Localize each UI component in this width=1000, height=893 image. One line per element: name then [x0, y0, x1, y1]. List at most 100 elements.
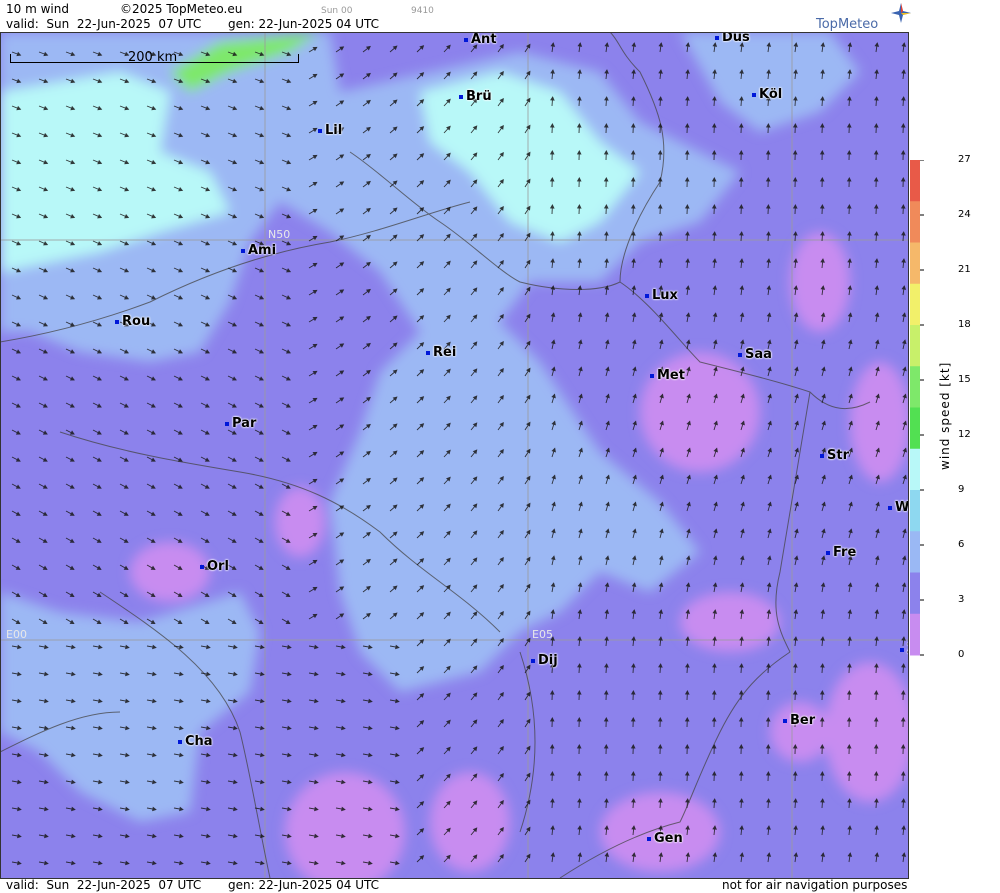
wind-arrow-head	[684, 744, 690, 749]
wind-arrow-head	[900, 150, 906, 155]
wind-arrow-head	[577, 663, 582, 668]
city-marker[interactable]: Ami	[241, 243, 276, 258]
city-marker[interactable]: Düs	[715, 32, 750, 45]
wind-arrow-head	[312, 424, 318, 430]
wind-arrow-head	[123, 376, 129, 381]
wind-arrow-head	[204, 511, 210, 516]
wind-arrow-head	[738, 204, 744, 209]
wind-map[interactable]: N50 E00 E05 200 km Ant Düs Brü Köl Lil A…	[0, 32, 908, 878]
city-marker[interactable]: Ber	[783, 713, 815, 728]
wind-arrow-head	[685, 663, 690, 668]
wind-arrow-head	[767, 474, 772, 480]
wind-arrow-head	[551, 366, 556, 372]
city-marker[interactable]: Lux	[645, 288, 678, 303]
wind-arrow-head	[98, 833, 103, 839]
city-marker[interactable]: Lil	[318, 123, 342, 138]
wind-arrow-head	[793, 852, 799, 857]
wind-arrow-head	[902, 528, 907, 534]
city-marker[interactable]: Saa	[738, 347, 772, 362]
city-marker[interactable]: Orl	[200, 559, 229, 574]
city-dot-icon	[650, 373, 654, 378]
city-marker[interactable]: Gen	[647, 831, 683, 846]
wind-arrow-head	[233, 752, 238, 758]
wind-arrow-head	[526, 799, 531, 805]
wind-arrow-head	[339, 424, 345, 429]
wind-arrow-head	[232, 322, 238, 327]
valid-time: valid: Sun 22-Jun-2025 07 UTC	[6, 17, 202, 31]
wind-arrow-head	[179, 833, 184, 839]
wind-arrow-head	[631, 69, 636, 74]
wind-arrow-head	[206, 860, 211, 866]
city-dot-icon	[241, 248, 245, 253]
wind-arrow-head	[260, 725, 265, 731]
city-marker[interactable]: Brü	[459, 89, 492, 104]
city-marker[interactable]: Fre	[826, 545, 856, 560]
city-marker[interactable]: Par	[225, 416, 256, 431]
wind-arrow-head	[17, 833, 22, 839]
wind-arrow-head	[287, 698, 292, 704]
wind-arrow-head	[260, 779, 265, 785]
wind-arrow-head	[15, 592, 21, 597]
city-marker[interactable]: Str	[820, 448, 849, 463]
wind-arrow-head	[847, 96, 852, 101]
wind-arrow-head	[550, 798, 555, 803]
wind-arrow-head	[766, 555, 772, 561]
wind-arrow-head	[901, 798, 906, 803]
wind-arrow-head	[368, 725, 373, 731]
wind-arrow-head	[901, 312, 907, 317]
wind-arrow-head	[630, 717, 636, 722]
wind-arrow-head	[846, 204, 852, 209]
wind-arrow-head	[204, 592, 210, 597]
wind-arrow-head	[874, 42, 880, 47]
wind-arrow-head	[766, 852, 772, 857]
wind-arrow-head	[285, 619, 291, 625]
wind-arrow-head	[550, 852, 556, 857]
wind-arrow-head	[339, 343, 345, 348]
wind-arrow-head	[819, 177, 825, 182]
wind-arrow-head	[604, 636, 609, 641]
wind-arrow-head	[233, 806, 238, 812]
city-marker[interactable]: Dij	[531, 653, 558, 668]
wind-arrow-head	[71, 860, 76, 866]
wind-arrow-head	[204, 376, 210, 381]
wind-arrow-head	[847, 339, 853, 345]
city-marker[interactable]: W	[888, 500, 908, 515]
grid-label-e05: E05	[532, 628, 553, 641]
city-marker[interactable]: Rei	[426, 345, 456, 360]
wind-arrow-head	[259, 268, 265, 273]
wind-arrow-head	[206, 806, 211, 812]
wind-arrow-head	[71, 806, 76, 812]
wind-arrow-head	[739, 231, 744, 236]
wind-arrow-head	[577, 312, 583, 317]
wind-arrow-head	[368, 671, 373, 677]
wind-arrow-head	[98, 860, 103, 866]
wind-arrow-head	[792, 150, 798, 155]
wind-arrow-head	[686, 501, 691, 507]
wind-arrow-head	[901, 231, 906, 236]
wind-arrow-head	[550, 312, 556, 317]
wind-arrow-head	[821, 366, 826, 372]
wind-arrow-head	[526, 340, 531, 346]
wind-arrow-head	[793, 663, 798, 668]
city-marker[interactable]: Ant	[464, 32, 497, 47]
city-marker[interactable]: Köl	[752, 87, 782, 102]
wind-arrow-head	[847, 825, 852, 830]
wind-arrow-head	[96, 565, 102, 570]
wind-arrow-head	[658, 663, 663, 668]
city-marker[interactable]: Cha	[178, 734, 213, 749]
wind-arrow-head	[286, 322, 292, 327]
city-marker[interactable]: Met	[650, 368, 685, 383]
wind-arrow-head	[847, 663, 852, 668]
wind-arrow-head	[819, 690, 825, 695]
wind-arrow-head	[577, 339, 583, 345]
wind-arrow-head	[314, 725, 319, 731]
wind-arrow-head	[792, 771, 798, 776]
city-marker[interactable]: Rou	[115, 314, 150, 329]
wind-arrow-head	[794, 393, 799, 399]
city-marker[interactable]: Z	[900, 642, 908, 657]
wind-arrow-head	[231, 430, 237, 435]
wind-arrow-head	[740, 474, 745, 480]
wind-arrow-head	[657, 744, 663, 749]
wind-arrow-head	[233, 725, 238, 731]
wind-arrow-head	[686, 474, 691, 480]
